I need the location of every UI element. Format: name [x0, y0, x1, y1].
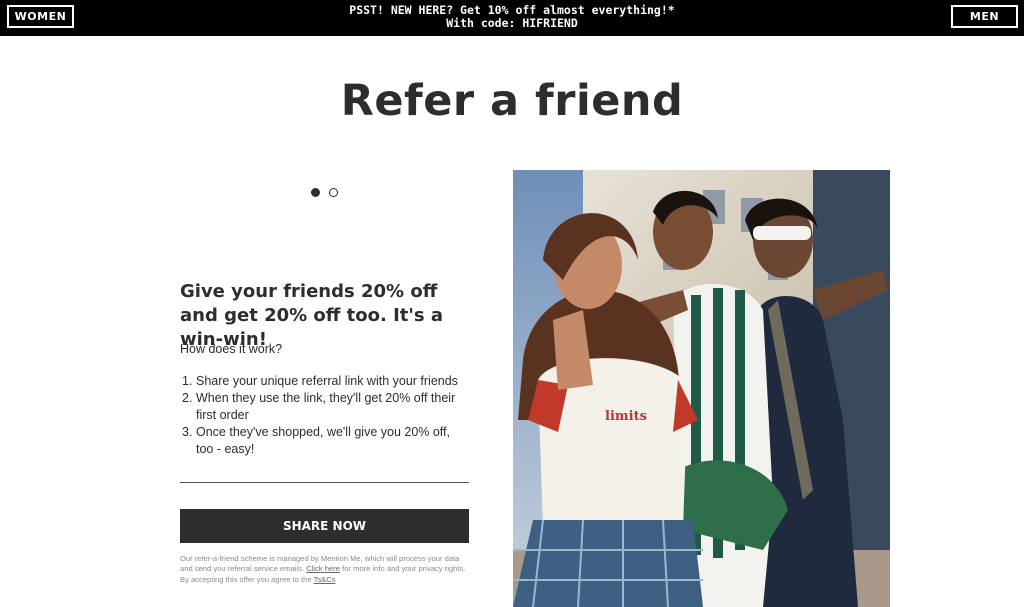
carousel-dot-2[interactable]	[329, 188, 338, 197]
svg-text:limits: limits	[605, 409, 647, 424]
divider	[180, 482, 469, 483]
promo-line-2: With code: HIFRIEND	[446, 16, 578, 30]
promo-bar: WOMEN PSST! NEW HERE? Get 10% off almost…	[0, 0, 1024, 36]
how-it-works-label: How does it work?	[180, 342, 283, 356]
page-title: Refer a friend	[340, 76, 684, 126]
list-item: 3. Once they've shopped, we'll give you 2…	[182, 425, 451, 456]
steps-list: 1. Share your unique referral link with y…	[180, 373, 470, 458]
click-here-link[interactable]: Click here	[306, 564, 340, 573]
fine-print: Our refer-a-friend scheme is managed by …	[180, 554, 466, 584]
carousel-dots	[311, 188, 338, 197]
tcs-link[interactable]: Ts&Cs	[314, 575, 336, 584]
promo-message: PSST! NEW HERE? Get 10% off almost every…	[0, 4, 1024, 30]
carousel-dot-1[interactable]	[311, 188, 320, 197]
men-button[interactable]: MEN	[951, 5, 1018, 28]
photo-friends-laughing-icon: limits	[513, 170, 890, 607]
hero-image: limits	[513, 170, 890, 607]
share-now-button[interactable]: SHARE NOW	[180, 509, 469, 543]
list-item: 1. Share your unique referral link with y…	[182, 374, 458, 388]
list-item: 2. When they use the link, they'll get 20…	[182, 391, 456, 422]
